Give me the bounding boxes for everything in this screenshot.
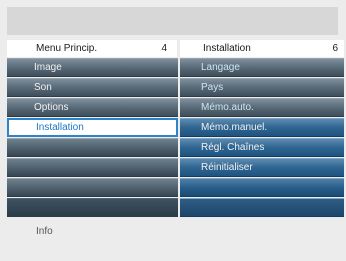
menu-item-installation[interactable]: Installation — [7, 118, 178, 137]
installation-menu-header: Installation 6 — [180, 40, 344, 57]
installation-submenu-list: Langage Pays Mémo.auto. Mémo.manuel. Rég… — [180, 58, 344, 218]
submenu-item-label: Réinitialiser — [201, 162, 253, 173]
main-menu-list: Image Son Options Installation — [7, 58, 178, 218]
submenu-item-reinitialiser[interactable]: Réinitialiser — [180, 158, 344, 177]
submenu-item-label: Langage — [201, 62, 240, 73]
empty-menu-slot — [7, 178, 178, 197]
top-banner — [7, 7, 338, 35]
submenu-item-langage[interactable]: Langage — [180, 58, 344, 77]
menu-item-options[interactable]: Options — [7, 98, 178, 117]
main-menu-title: Menu Princip. — [36, 43, 98, 54]
submenu-item-memo-auto[interactable]: Mémo.auto. — [180, 98, 344, 117]
submenu-item-label: Mémo.auto. — [201, 102, 254, 113]
submenu-item-pays[interactable]: Pays — [180, 78, 344, 97]
empty-submenu-slot — [180, 198, 344, 217]
empty-submenu-slot — [180, 178, 344, 197]
menu-item-label: Son — [34, 82, 52, 93]
empty-menu-slot — [7, 138, 178, 157]
info-label: Info — [36, 226, 53, 237]
menu-item-label: Options — [34, 102, 69, 113]
empty-menu-slot — [7, 158, 178, 177]
main-menu-number: 4 — [161, 43, 167, 54]
submenu-item-label: Régl. Chaînes — [201, 142, 265, 153]
menu-item-son[interactable]: Son — [7, 78, 178, 97]
installation-menu-title: Installation — [203, 43, 251, 54]
submenu-item-memo-manuel[interactable]: Mémo.manuel. — [180, 118, 344, 137]
installation-menu-number: 6 — [332, 43, 338, 54]
submenu-item-label: Mémo.manuel. — [201, 122, 268, 133]
menu-item-label: Installation — [36, 122, 84, 133]
main-menu-header: Menu Princip. 4 — [7, 40, 177, 57]
submenu-item-label: Pays — [201, 82, 224, 93]
menu-item-image[interactable]: Image — [7, 58, 178, 77]
empty-menu-slot — [7, 198, 178, 217]
menu-item-label: Image — [34, 62, 62, 73]
submenu-item-regl-chaines[interactable]: Régl. Chaînes — [180, 138, 344, 157]
